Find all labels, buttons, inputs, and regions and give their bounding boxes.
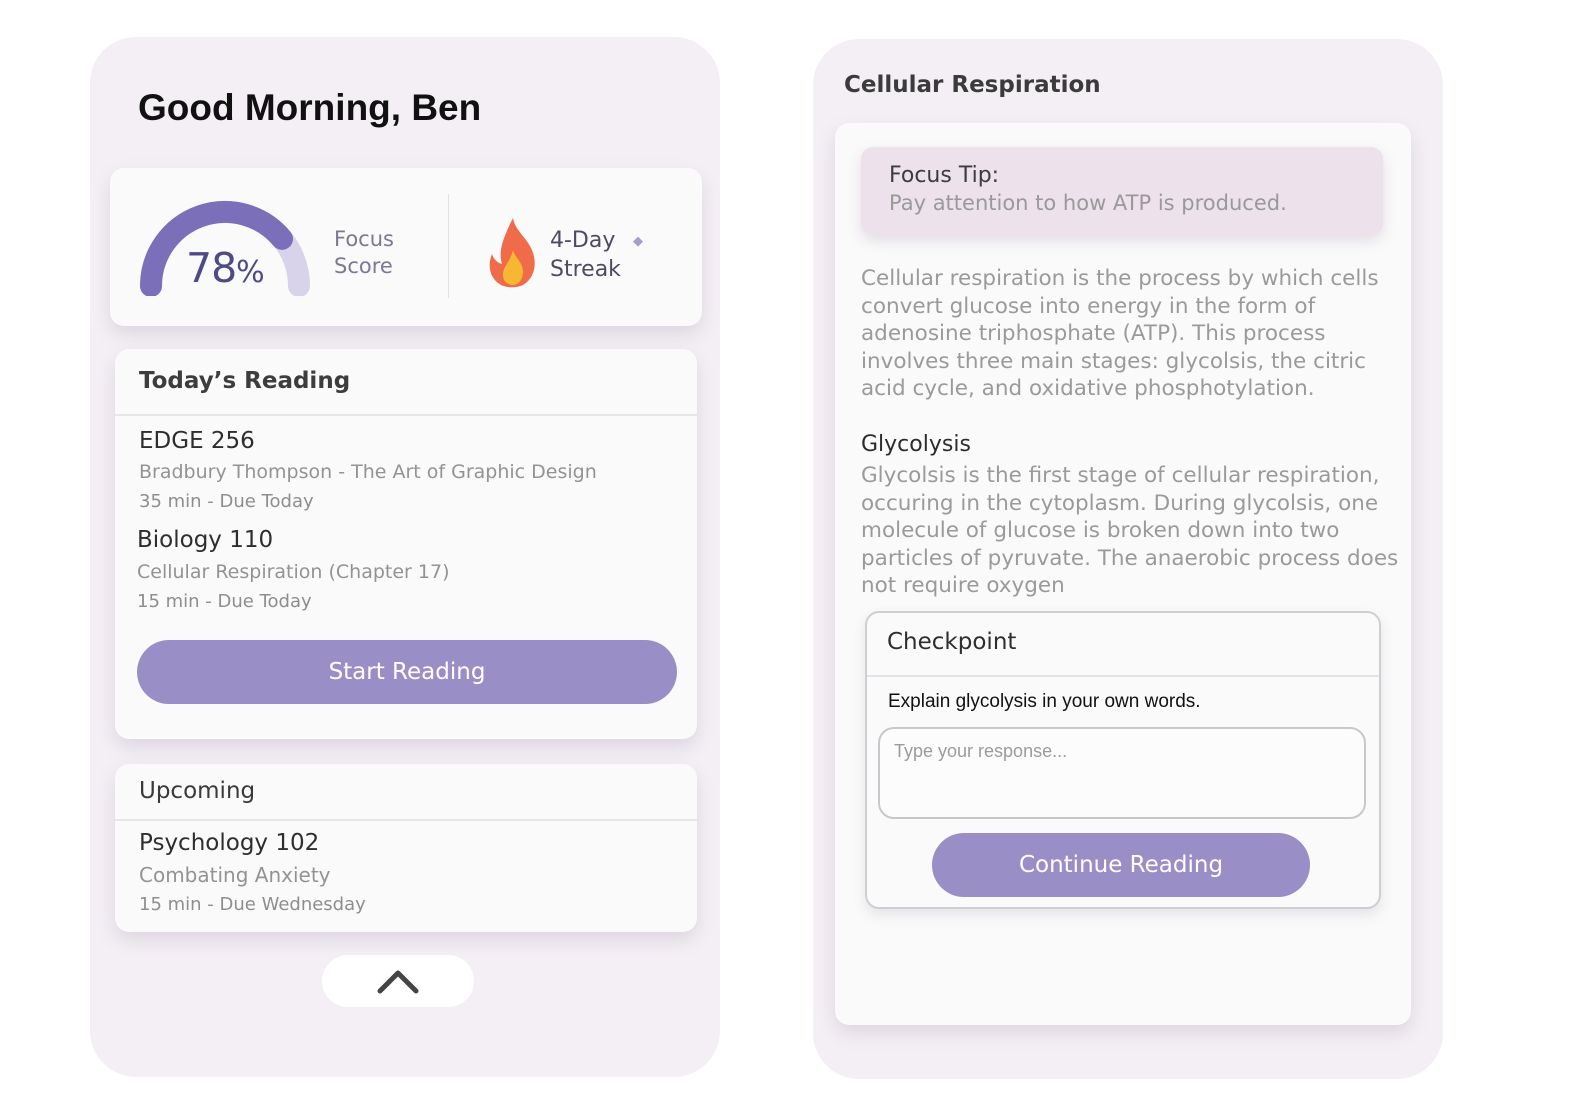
todays-reading-title: Today’s Reading [139,368,351,394]
reader-content-card: Focus Tip: Pay attention to how ATP is p… [835,123,1411,1025]
checkpoint-header: Checkpoint [867,613,1379,677]
reading-meta: 35 min - Due Today [139,491,314,512]
reading-title: Bradbury Thompson - The Art of Graphic D… [139,461,597,483]
streak-indicator-icon: ◆ [633,234,643,249]
dashboard-screen: Good Morning, Ben 78% Focus Score 4-Day … [90,37,720,1077]
intro-paragraph: Cellular respiration is the process by w… [861,266,1379,401]
section-heading: Glycolysis [861,432,971,457]
todays-reading-card: Today’s Reading EDGE 256 Bradbury Thomps… [115,349,697,739]
reading-title: Cellular Respiration [844,72,1101,98]
reading-title: Combating Anxiety [139,863,331,887]
response-input[interactable] [878,727,1366,819]
reading-meta: 15 min - Due Today [137,591,312,612]
course-title: EDGE 256 [139,428,255,454]
focus-score-label: Focus Score [334,227,394,278]
stats-divider [448,194,449,298]
todays-reading-header: Today’s Reading [115,349,697,416]
upcoming-title: Upcoming [139,778,256,804]
collapse-button[interactable] [322,955,474,1007]
focus-tip-title: Focus Tip: [889,163,1000,188]
upcoming-card: Upcoming Psychology 102 Combating Anxiet… [115,764,697,932]
checkpoint-panel: Checkpoint Explain glycolysis in your ow… [865,611,1381,909]
greeting-heading: Good Morning, Ben [138,87,482,128]
course-title: Psychology 102 [139,830,320,856]
continue-reading-button[interactable]: Continue Reading [932,833,1310,897]
upcoming-header: Upcoming [115,764,697,821]
reader-screen: Cellular Respiration Focus Tip: Pay atte… [813,39,1443,1079]
streak-label: 4-Day Streak [550,228,621,282]
flame-icon [489,218,535,288]
start-reading-button[interactable]: Start Reading [137,640,677,704]
checkpoint-title: Checkpoint [887,629,1017,655]
chevron-up-icon [377,970,419,994]
stats-card: 78% Focus Score 4-Day Streak ◆ [110,168,702,326]
reading-meta: 15 min - Due Wednesday [139,894,366,915]
checkpoint-question: Explain glycolysis in your own words. [888,691,1201,712]
focus-score-value: 78% [186,244,265,292]
reading-title: Cellular Respiration (Chapter 17) [137,561,450,583]
focus-tip-text: Pay attention to how ATP is produced. [889,191,1287,215]
section-paragraph: Glycolsis is the first stage of cellular… [861,463,1399,598]
course-title: Biology 110 [137,527,274,553]
focus-tip: Focus Tip: Pay attention to how ATP is p… [861,147,1383,235]
